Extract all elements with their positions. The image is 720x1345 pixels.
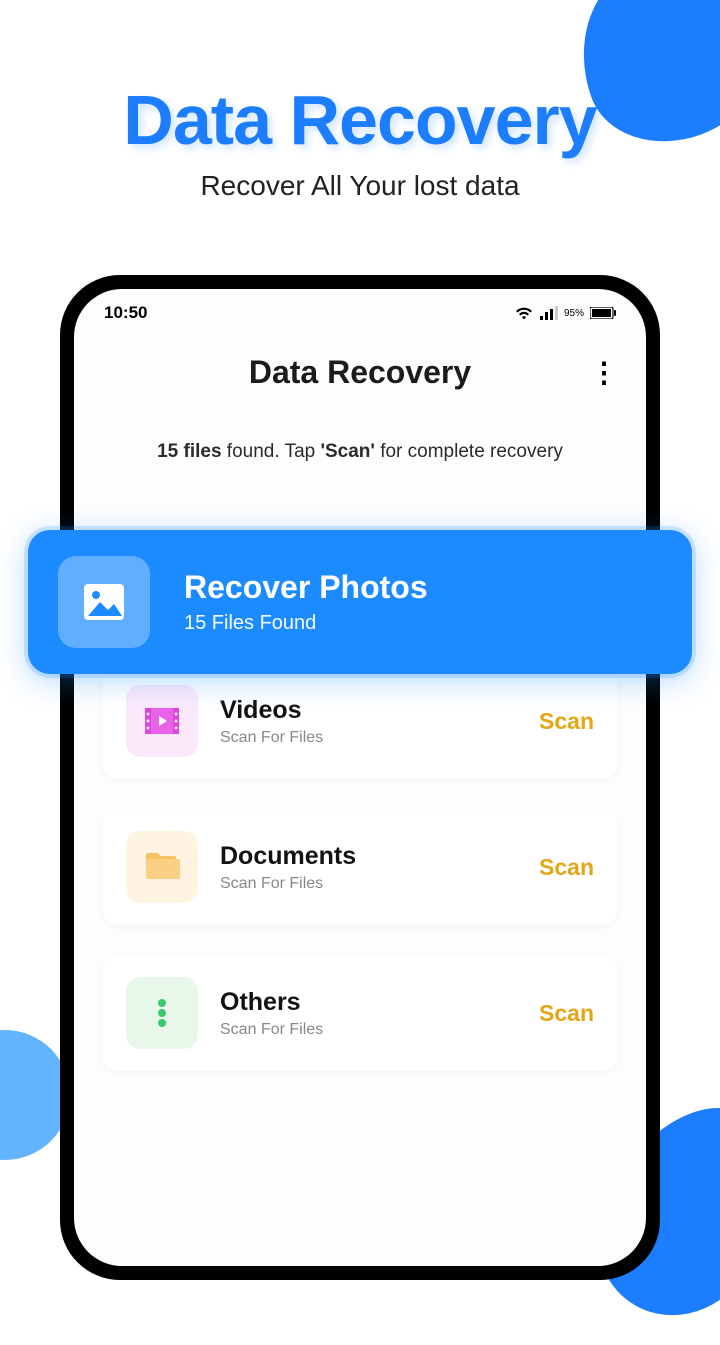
card-sub: Scan For Files [220,875,539,893]
status-right: 95% [514,306,616,321]
scan-button[interactable]: Scan [539,854,594,881]
card-sub: Scan For Files [220,1021,539,1039]
dots-icon [126,977,198,1049]
phone-screen: 10:50 95% Data Recovery ⋮ 15 files found… [74,289,646,1266]
card-photos-highlight[interactable]: Recover Photos 15 Files Found [28,530,692,674]
status-time: 10:50 [104,303,147,323]
card-documents[interactable]: Documents Scan For Files Scan [102,809,618,925]
hero: Data Recovery Recover All Your lost data [0,0,720,202]
status-bar: 10:50 95% [74,289,646,329]
info-text: 15 files found. Tap 'Scan' for complete … [74,416,646,493]
scan-button[interactable]: Scan [539,1000,594,1027]
card-body: Videos Scan For Files [220,696,539,747]
card-title: Documents [220,842,539,871]
card-body: Others Scan For Files [220,988,539,1039]
hero-title: Data Recovery [0,80,720,160]
card-videos[interactable]: Videos Scan For Files Scan [102,663,618,779]
wifi-icon [514,306,534,321]
info-scan-word: 'Scan' [320,441,374,462]
battery-percent: 95% [564,308,584,319]
info-files-count: 15 files [157,441,221,462]
card-others[interactable]: Others Scan For Files Scan [102,955,618,1071]
card-title: Others [220,988,539,1017]
app-title: Data Recovery [249,354,471,391]
phone-frame: 10:50 95% Data Recovery ⋮ 15 files found… [60,275,660,1280]
highlight-body: Recover Photos 15 Files Found [184,569,428,635]
scan-button[interactable]: Scan [539,708,594,735]
folder-icon [126,831,198,903]
card-title: Videos [220,696,539,725]
highlight-title: Recover Photos [184,569,428,606]
highlight-sub: 15 Files Found [184,612,428,635]
app-header: Data Recovery ⋮ [74,329,646,416]
info-end: for complete recovery [375,441,563,462]
video-icon [126,685,198,757]
signal-icon [540,306,558,320]
hero-subtitle: Recover All Your lost data [0,170,720,202]
photo-icon [58,556,150,648]
battery-icon [590,307,616,319]
card-body: Documents Scan For Files [220,842,539,893]
info-mid: found. Tap [222,441,321,462]
more-menu-icon[interactable]: ⋮ [590,356,618,389]
card-sub: Scan For Files [220,729,539,747]
